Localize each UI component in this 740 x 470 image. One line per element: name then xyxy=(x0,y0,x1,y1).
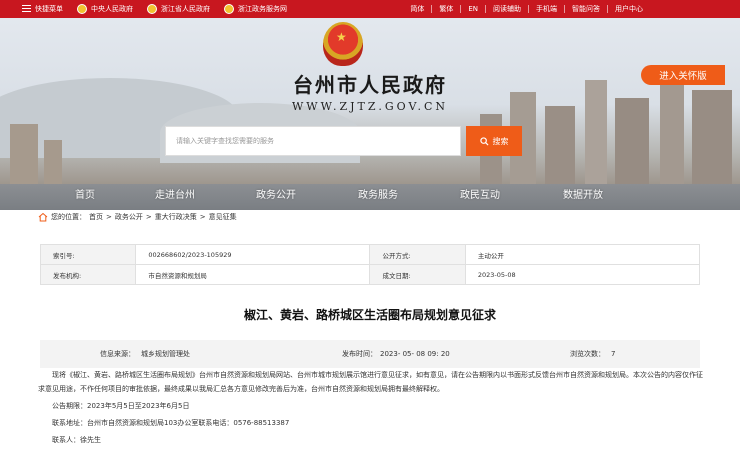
source-info: 信息来源： 城乡规划管理处 xyxy=(100,350,190,358)
org-key: 发布机构: xyxy=(39,264,137,285)
index-key: 索引号: xyxy=(39,244,137,265)
mobile-link[interactable]: 手机端 xyxy=(528,5,564,13)
public-value: 主动公开 xyxy=(464,244,701,265)
org-value: 市自然资源和规划局 xyxy=(135,264,371,285)
contact-address: 联系地址：台州市自然资源和规划局103办公室联系电话：0576-88513387 xyxy=(52,419,290,427)
nav-home[interactable]: 首页 xyxy=(75,186,95,201)
date-key: 成文日期: xyxy=(369,264,466,285)
date-value: 2023-05-08 xyxy=(464,264,701,285)
traditional-link[interactable]: 繁体 xyxy=(431,5,460,13)
article-title: 椒江、黄岩、路桥城区生活圈布局规划意见征求 xyxy=(243,308,496,322)
care-version-button[interactable]: 进入关怀版 xyxy=(641,65,725,85)
search-icon xyxy=(479,136,489,146)
nav-interaction[interactable]: 政民互动 xyxy=(460,186,500,201)
nav-open-data[interactable]: 数据开放 xyxy=(563,186,603,201)
notice-period: 公告期限：2023年5月5日至2023年6月5日 xyxy=(52,402,190,410)
breadcrumb: 您的位置： 首页 > 政务公开 > 重大行政决策 > 意见征集 xyxy=(38,212,237,222)
breadcrumb-gov-affairs[interactable]: 政务公开 xyxy=(115,212,143,222)
breadcrumb-major-decisions[interactable]: 重大行政决策 xyxy=(155,212,197,222)
info-table: 索引号: 002668602/2023-105929 公开方式: 主动公开 发布… xyxy=(39,244,701,285)
index-value: 002668602/2023-105929 xyxy=(135,244,371,265)
national-emblem-icon xyxy=(323,22,363,66)
site-url: WWW.ZJTZ.GOV.CN xyxy=(292,100,448,113)
view-count: 浏览次数： 7 xyxy=(570,350,616,358)
nav-gov-affairs[interactable]: 政务公开 xyxy=(256,186,296,201)
search-button[interactable]: 搜索 xyxy=(466,126,522,156)
top-bar: 快捷菜单 中央人民政府 浙江省人民政府 浙江政务服务网 简体 繁体 EN 阅读辅… xyxy=(0,0,740,18)
menu-icon xyxy=(22,5,31,13)
article-body: 现将《椒江、黄岩、路桥城区生活圈布局规划》台州市自然资源和规划局网站、台州市城市… xyxy=(38,368,704,447)
banner-building xyxy=(44,140,62,184)
home-icon xyxy=(38,212,48,222)
nav-gov-services[interactable]: 政务服务 xyxy=(358,186,398,201)
central-gov-link[interactable]: 中央人民政府 xyxy=(77,4,133,14)
emblem-icon xyxy=(224,4,234,14)
contact-person: 联系人：徐先生 xyxy=(52,436,101,444)
zhejiang-gov-link[interactable]: 浙江省人民政府 xyxy=(147,4,210,14)
publish-time: 发布时间： 2023- 05- 08 09: 20 xyxy=(342,350,450,358)
emblem-icon xyxy=(147,4,157,14)
table-row: 索引号: 002668602/2023-105929 公开方式: 主动公开 xyxy=(39,244,701,265)
nav-about-taizhou[interactable]: 走进台州 xyxy=(155,186,195,201)
site-title: 台州市人民政府 xyxy=(293,73,447,97)
breadcrumb-home[interactable]: 首页 xyxy=(89,212,103,222)
banner-building xyxy=(545,106,575,184)
main-nav: 首页 走进台州 政务公开 政务服务 政民互动 数据开放 xyxy=(0,186,740,206)
reading-aid-link[interactable]: 阅读辅助 xyxy=(485,5,528,13)
public-key: 公开方式: xyxy=(369,244,466,265)
search-input[interactable]: 请输入关键字查找您需要的服务 xyxy=(165,126,461,156)
header-banner: 台州市人民政府 WWW.ZJTZ.GOV.CN 进入关怀版 请输入关键字查找您需… xyxy=(0,18,740,210)
table-row: 发布机构: 市自然资源和规划局 成文日期: 2023-05-08 xyxy=(39,264,701,285)
emblem-icon xyxy=(77,4,87,14)
breadcrumb-opinion[interactable]: 意见征集 xyxy=(209,212,237,222)
zhejiang-service-link[interactable]: 浙江政务服务网 xyxy=(224,4,287,14)
simplified-link[interactable]: 简体 xyxy=(403,5,431,13)
quick-menu-link[interactable]: 快捷菜单 xyxy=(22,4,63,14)
article-paragraph: 现将《椒江、黄岩、路桥城区生活圈布局规划》台州市自然资源和规划局网站、台州市城市… xyxy=(38,371,703,393)
article-meta: 信息来源： 城乡规划管理处 发布时间： 2023- 05- 08 09: 20 浏览… xyxy=(40,340,700,368)
user-center-link[interactable]: 用户中心 xyxy=(607,5,650,13)
smart-qa-link[interactable]: 智能问答 xyxy=(564,5,607,13)
english-link[interactable]: EN xyxy=(460,5,485,13)
banner-building xyxy=(10,124,38,184)
